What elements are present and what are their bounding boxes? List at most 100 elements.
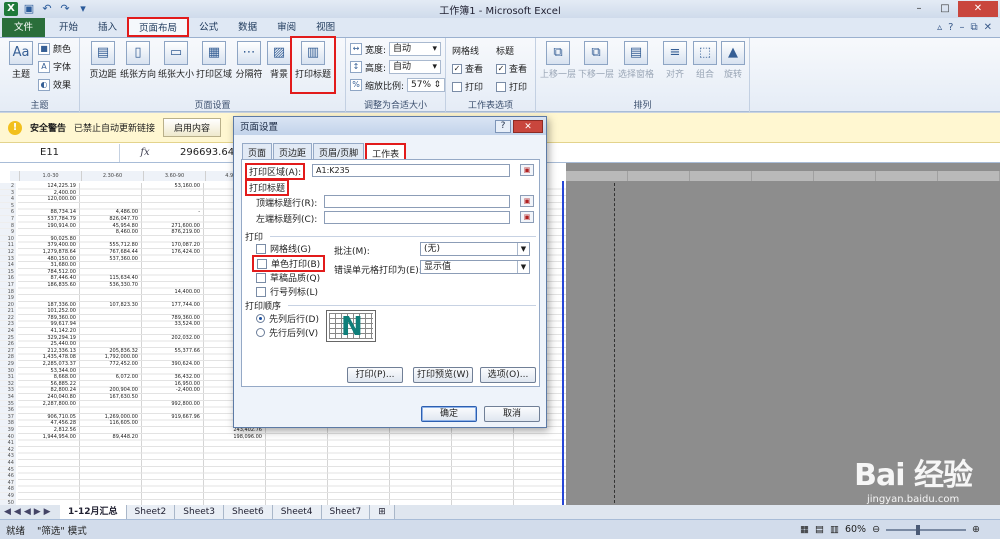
- table-cell[interactable]: 90,025.80: [18, 236, 80, 243]
- table-cell[interactable]: [18, 229, 80, 236]
- width-dropdown[interactable]: 自动 ▾: [389, 42, 442, 56]
- table-cell[interactable]: 390,624.00: [142, 361, 204, 368]
- print-button[interactable]: 打印(P)...: [347, 367, 403, 383]
- row-number[interactable]: 16: [0, 275, 16, 282]
- table-cell[interactable]: [80, 341, 142, 348]
- table-cell[interactable]: [80, 295, 142, 302]
- tab-insert[interactable]: 插入: [88, 18, 127, 37]
- height-dropdown[interactable]: 自动 ▾: [389, 60, 442, 74]
- bring-forward-button[interactable]: ⧉ 上移一层: [538, 41, 578, 80]
- save-icon[interactable]: ▣: [22, 2, 36, 16]
- table-cell[interactable]: 772,452.00: [80, 361, 142, 368]
- table-cell[interactable]: 2,287,800.00: [18, 401, 80, 408]
- tab-view[interactable]: 视图: [306, 18, 345, 37]
- table-cell[interactable]: [80, 321, 142, 328]
- row-number[interactable]: 17: [0, 281, 16, 289]
- table-cell[interactable]: [80, 308, 142, 315]
- help-icon[interactable]: ?: [948, 18, 953, 37]
- table-cell[interactable]: [80, 190, 142, 197]
- table-cell[interactable]: -: [142, 209, 204, 216]
- window-close-icon[interactable]: ✕: [984, 18, 992, 37]
- print-area-button[interactable]: ▦ 打印区域: [194, 41, 234, 80]
- orientation-button[interactable]: ▯ 纸张方向: [118, 41, 158, 80]
- row-number[interactable]: 39: [0, 426, 16, 434]
- row-number[interactable]: 40: [0, 433, 16, 441]
- row-number[interactable]: 25: [0, 334, 16, 342]
- row-number[interactable]: 37: [0, 413, 16, 421]
- options-button[interactable]: 选项(O)...: [480, 367, 536, 383]
- page-layout-view-icon[interactable]: ▤: [815, 524, 824, 535]
- gridlines-checkbox[interactable]: 网格线(G): [256, 242, 311, 255]
- zoom-slider[interactable]: [886, 524, 967, 535]
- effects-button[interactable]: ◐ 效果: [38, 78, 71, 91]
- table-cell[interactable]: [80, 381, 142, 388]
- name-box[interactable]: E11: [0, 143, 120, 162]
- tab-home[interactable]: 开始: [49, 18, 88, 37]
- table-cell[interactable]: 55,377.66: [142, 348, 204, 355]
- row-number[interactable]: 41: [0, 440, 16, 447]
- close-button[interactable]: ✕: [958, 1, 998, 17]
- fonts-button[interactable]: A 字体: [38, 60, 71, 73]
- margins-button[interactable]: ▤ 页边距: [84, 41, 122, 80]
- row-number[interactable]: 36: [0, 407, 16, 414]
- row-number[interactable]: 5: [0, 202, 16, 210]
- row-number[interactable]: 6: [0, 209, 16, 216]
- row-number[interactable]: 4: [0, 196, 16, 203]
- table-cell[interactable]: 82,800.24: [18, 387, 80, 394]
- row-number[interactable]: 46: [0, 473, 16, 480]
- table-cell[interactable]: 14,400.00: [142, 289, 204, 296]
- table-cell[interactable]: 906,710.05: [18, 414, 80, 421]
- table-cell[interactable]: 271,600.00: [142, 223, 204, 230]
- table-cell[interactable]: 186,835.60: [18, 282, 80, 289]
- table-cell[interactable]: 167,630.50: [80, 394, 142, 401]
- sheet-tab[interactable]: Sheet4: [272, 505, 322, 519]
- top-rows-input[interactable]: [324, 195, 510, 208]
- row-number[interactable]: 31: [0, 374, 16, 381]
- row-number[interactable]: 35: [0, 400, 16, 408]
- table-cell[interactable]: 89,448.20: [80, 434, 142, 441]
- colors-button[interactable]: ■ 颜色: [38, 42, 71, 55]
- table-cell[interactable]: [142, 275, 204, 282]
- draft-quality-checkbox[interactable]: 草稿品质(Q): [256, 271, 320, 284]
- row-number[interactable]: 30: [0, 367, 16, 375]
- table-cell[interactable]: [142, 190, 204, 197]
- sheet-tab[interactable]: Sheet7: [321, 505, 371, 519]
- row-number[interactable]: 27: [0, 347, 16, 355]
- table-cell[interactable]: 87,446.40: [18, 275, 80, 282]
- table-cell[interactable]: 88,734.14: [18, 209, 80, 216]
- table-cell[interactable]: [18, 203, 80, 210]
- row-number[interactable]: 18: [0, 288, 16, 296]
- gridlines-print-toggle[interactable]: 打印: [452, 80, 483, 93]
- table-cell[interactable]: 1,269,000.00: [80, 414, 142, 421]
- table-cell[interactable]: [80, 407, 142, 414]
- maximize-button[interactable]: □: [932, 1, 958, 17]
- row-number[interactable]: 22: [0, 314, 16, 322]
- redo-icon[interactable]: ↷: [58, 2, 72, 16]
- table-cell[interactable]: [80, 401, 142, 408]
- table-cell[interactable]: 537,360.00: [80, 256, 142, 263]
- table-cell[interactable]: 53,344.00: [18, 368, 80, 375]
- table-cell[interactable]: [80, 335, 142, 342]
- table-cell[interactable]: [80, 196, 142, 203]
- collapse-dialog-icon[interactable]: ▣: [520, 211, 534, 223]
- dialog-close-button[interactable]: ✕: [513, 119, 543, 133]
- table-cell[interactable]: 1,435,478.08: [18, 354, 80, 361]
- table-cell[interactable]: 212,336.13: [18, 348, 80, 355]
- table-cell[interactable]: 47,456.28: [18, 420, 80, 427]
- table-cell[interactable]: 120,000.00: [18, 196, 80, 203]
- table-cell[interactable]: 53,160.00: [142, 183, 204, 190]
- table-cell[interactable]: [80, 368, 142, 375]
- gridlines-view-toggle[interactable]: ✓ 查看: [452, 62, 483, 75]
- mono-print-checkbox[interactable]: 单色打印(B): [252, 255, 326, 272]
- page-break-view-icon[interactable]: ▥: [830, 524, 839, 535]
- selection-pane-button[interactable]: ▤ 选择窗格: [616, 41, 656, 80]
- row-number[interactable]: 15: [0, 268, 16, 276]
- table-cell[interactable]: [142, 328, 204, 335]
- table-cell[interactable]: 2,285,073.37: [18, 361, 80, 368]
- customize-qat-icon[interactable]: ▾: [76, 2, 90, 16]
- table-cell[interactable]: 170,087.20: [142, 242, 204, 249]
- tab-formulas[interactable]: 公式: [189, 18, 228, 37]
- scale-spinner[interactable]: 57% ⇕: [407, 78, 446, 92]
- table-cell[interactable]: 1,792,000.00: [80, 354, 142, 361]
- table-cell[interactable]: [18, 407, 80, 414]
